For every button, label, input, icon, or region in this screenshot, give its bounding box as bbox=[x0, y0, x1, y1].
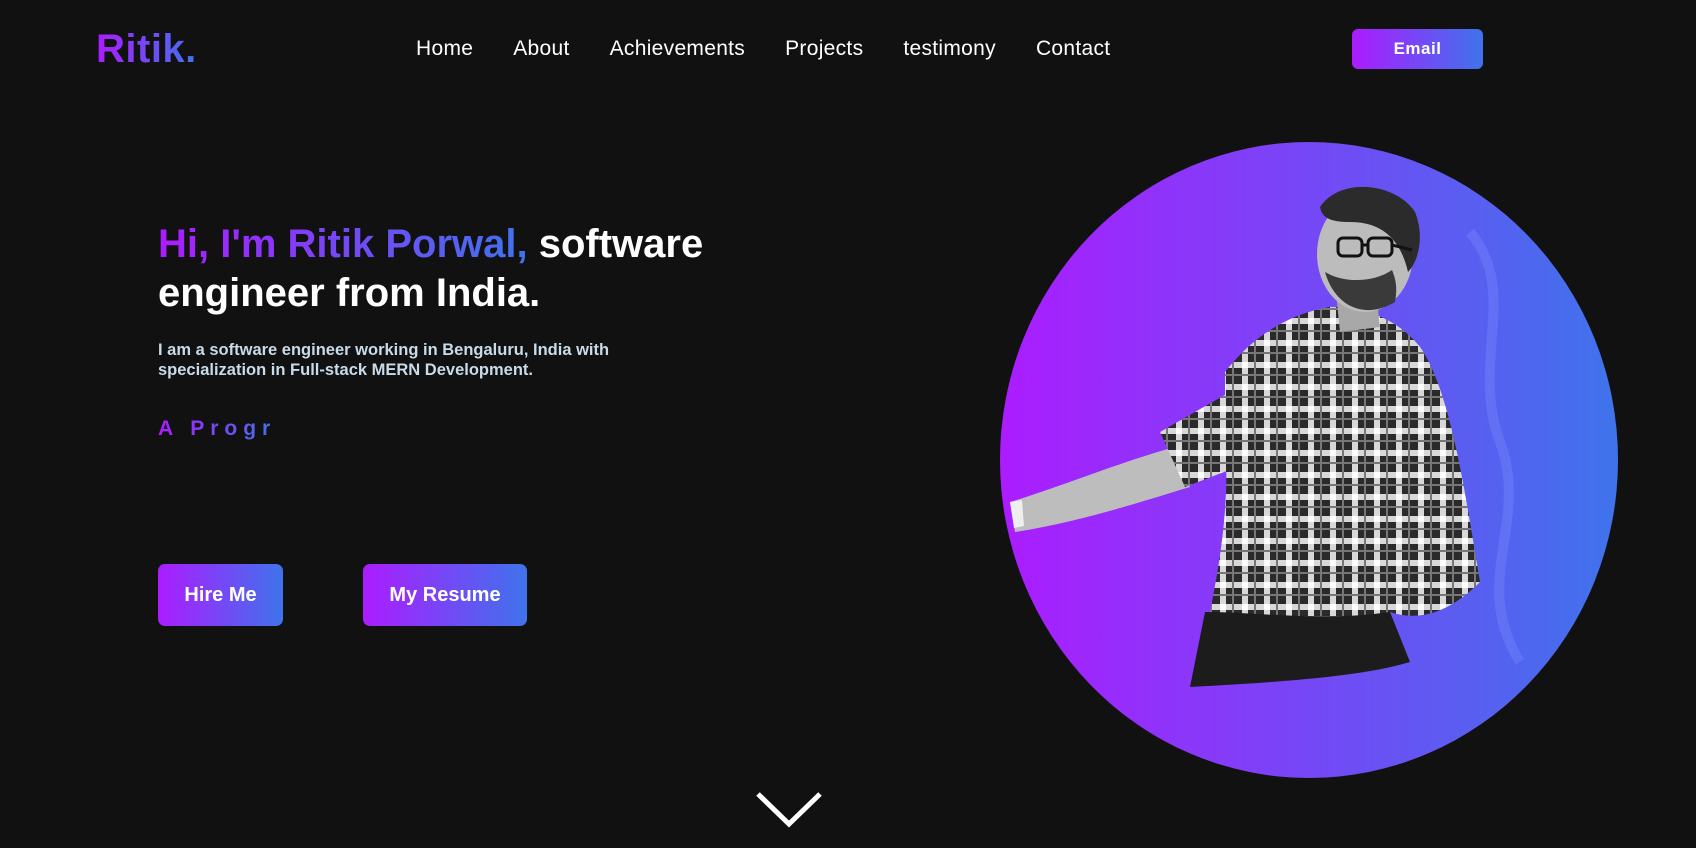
nav-projects[interactable]: Projects bbox=[785, 34, 863, 64]
profile-photo bbox=[1000, 142, 1618, 778]
hero-description: I am a software engineer working in Beng… bbox=[158, 341, 610, 379]
typing-text: A Progr bbox=[158, 417, 277, 440]
main-nav: Home About Achievements Projects testimo… bbox=[416, 34, 1150, 64]
hero-title: Hi, I'm Ritik Porwal, software engineer … bbox=[158, 220, 758, 318]
hero-title-highlight: Hi, I'm Ritik Porwal, bbox=[158, 222, 528, 266]
chevron-down-icon[interactable] bbox=[754, 790, 824, 830]
nav-achievements[interactable]: Achievements bbox=[610, 34, 746, 64]
resume-button[interactable]: My Resume bbox=[363, 564, 527, 626]
nav-about[interactable]: About bbox=[513, 34, 569, 64]
email-button[interactable]: Email bbox=[1352, 29, 1483, 69]
logo[interactable]: Ritik. bbox=[96, 22, 197, 76]
nav-testimony[interactable]: testimony bbox=[903, 34, 996, 64]
nav-home[interactable]: Home bbox=[416, 34, 473, 64]
hire-me-button[interactable]: Hire Me bbox=[158, 564, 283, 626]
nav-contact[interactable]: Contact bbox=[1036, 34, 1110, 64]
profile-photo-graphic bbox=[1000, 142, 1618, 778]
